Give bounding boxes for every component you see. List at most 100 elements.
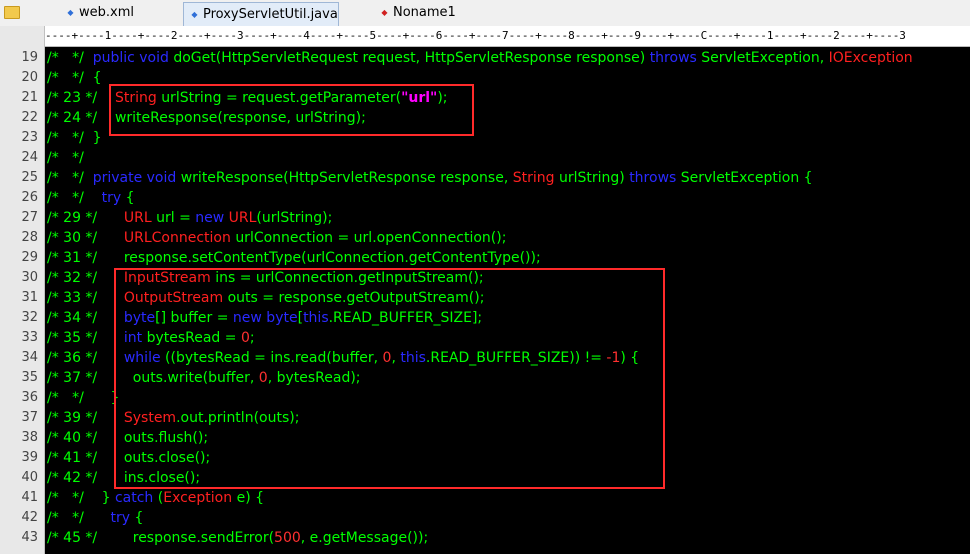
code-text: /* */ public void doGet(HttpServletReque… [47,48,913,68]
code-token: /* 35 */ [47,330,124,346]
tab-label: ProxyServletUtil.java [203,7,338,22]
code-text: /* 37 */ outs.write(buffer, 0, bytesRead… [47,368,361,388]
column-ruler: ----+----1----+----2----+----3----+----4… [45,26,970,47]
code-token: System [123,410,177,426]
code-token: urlConnection = url.openConnection(); [235,230,507,246]
code-token: writeResponse(HttpServletResponse respon… [180,170,513,186]
code-line[interactable]: 43 /* 45 */ response.sendError(500, e.get… [0,528,970,548]
line-number: 37 [21,410,38,425]
code-text: /* 30 */ URLConnection urlConnection = u… [47,228,506,248]
line-number: 30 [21,270,38,285]
code-line[interactable]: 28 /* 30 */ URLConnection urlConnection =… [0,228,970,248]
code-text: /* */ [47,148,84,168]
code-token: /* 42 */ [47,470,124,486]
line-number: 41 [21,490,38,505]
code-token: -1 [606,350,621,366]
code-line[interactable]: 27/* 29 */ URL url = new URL(urlString); [0,208,970,228]
code-line[interactable]: 21 /* 23 */ String urlString = request.ge… [0,88,970,108]
folder-icon[interactable] [4,6,20,19]
code-token: /* 31 */ [47,250,124,266]
line-number: 32 [21,310,38,325]
code-token: { [125,190,135,206]
code-token: (urlString); [256,210,333,226]
code-token: try [101,190,126,206]
code-token: { [134,510,144,526]
code-token: , e.getMessage()); [300,530,429,546]
code-line[interactable]: 38 /* 40 */ outs.flush(); [0,428,970,448]
code-token: /* 40 */ [47,430,124,446]
code-line[interactable]: 35 /* 37 */ outs.write(buffer, 0, bytesRe… [0,368,970,388]
code-line[interactable]: 31 /* 33 */ OutputStream outs = response.… [0,288,970,308]
code-line[interactable]: 33 /* 35 */ int bytesRead = 0; [0,328,970,348]
code-line[interactable]: 40 /* 42 */ ins.close(); [0,468,970,488]
code-token: .READ_BUFFER_SIZE]; [328,310,483,326]
code-text: /* */ private void writeResponse(HttpSer… [47,168,813,188]
code-line[interactable]: 20 /* */ { [0,68,970,88]
code-token: 0 [240,330,250,346]
code-line[interactable]: 30 /* 32 */ InputStream ins = urlConnecti… [0,268,970,288]
code-token: byte [123,310,156,326]
code-line[interactable]: 37 /* 39 */ System.out.println(outs); [0,408,970,428]
code-line[interactable]: 24 /* */ [0,148,970,168]
code-token: throws [649,50,702,66]
code-text: /* */ try { [47,188,135,208]
code-line[interactable]: 22 /* 24 */ writeResponse(response, urlSt… [0,108,970,128]
line-number: 22 [21,110,38,125]
code-line[interactable]: 25 /* */ private void writeResponse(HttpS… [0,168,970,188]
code-token: /* 41 */ [47,450,124,466]
code-token: ((bytesRead = ins.read(buffer, [165,350,383,366]
code-text: /* 32 */ InputStream ins = urlConnection… [47,268,484,288]
code-token: ServletException, [701,50,829,66]
code-token: /* 33 */ [47,290,124,306]
code-line[interactable]: 41 /* */ } catch (Exception e) { [0,488,970,508]
code-token: /* 30 */ [47,230,124,246]
code-editor[interactable]: 19 /* */ public void doGet(HttpServletReq… [0,48,970,554]
line-number: 20 [21,70,38,85]
code-token: this [303,310,329,326]
code-line[interactable]: 19 /* */ public void doGet(HttpServletReq… [0,48,970,68]
code-token: doGet(HttpServletRequest request, HttpSe… [173,50,650,66]
code-token: /* 39 */ [47,410,124,426]
code-token: /* */ } [47,130,102,146]
code-token: writeResponse(response, urlString); [114,110,366,126]
code-token: URLConnection [123,230,236,246]
code-token: /* */ [47,50,93,66]
code-line[interactable]: 42 /* */ try { [0,508,970,528]
code-token: .out.println(outs); [176,410,300,426]
code-line[interactable]: 36 /* */ } [0,388,970,408]
code-line[interactable]: 34 /* 36 */ while ((bytesRead = ins.read(… [0,348,970,368]
code-text: /* 40 */ outs.flush(); [47,428,208,448]
code-token: private void [92,170,181,186]
code-token: e) { [236,490,265,506]
code-line[interactable]: 39 /* 41 */ outs.close(); [0,448,970,468]
code-line[interactable]: 23 /* */ } [0,128,970,148]
code-token: new byte [232,310,298,326]
code-line[interactable]: 32 /* 34 */ byte[] buffer = new byte[this… [0,308,970,328]
code-token: IOException [828,50,913,66]
code-token: outs.write(buffer, [132,370,259,386]
line-number: 39 [21,450,38,465]
code-text: /* 42 */ ins.close(); [47,468,200,488]
code-text: /* */ } catch (Exception e) { [47,488,264,508]
code-token: /* 32 */ [47,270,124,286]
code-token: 0 [258,370,268,386]
code-token: /* 34 */ [47,310,124,326]
code-token: /* */ [47,510,111,526]
line-number: 31 [21,290,38,305]
tab-proxyservletutil-java[interactable]: ◆ ProxyServletUtil.java [183,2,339,27]
line-number: 29 [21,250,38,265]
code-line[interactable]: 26 /* */ try { [0,188,970,208]
tab-noname1[interactable]: ◆ Noname1 [380,1,480,25]
line-number: 24 [21,150,38,165]
code-token: [] buffer = [155,310,233,326]
code-text: /* 24 */ writeResponse(response, urlStri… [47,108,366,128]
code-line[interactable]: 29 /* 31 */ response.setContentType(urlCo… [0,248,970,268]
code-token: int [123,330,147,346]
code-text: /* 36 */ while ((bytesRead = ins.read(bu… [47,348,639,368]
line-number: 38 [21,430,38,445]
code-token: bytesRead = [146,330,241,346]
code-text: /* 34 */ byte[] buffer = new byte[this.R… [47,308,482,328]
tab-web-xml[interactable]: ◆ web.xml [66,1,178,25]
line-number: 40 [21,470,38,485]
code-token: ServletException { [680,170,813,186]
